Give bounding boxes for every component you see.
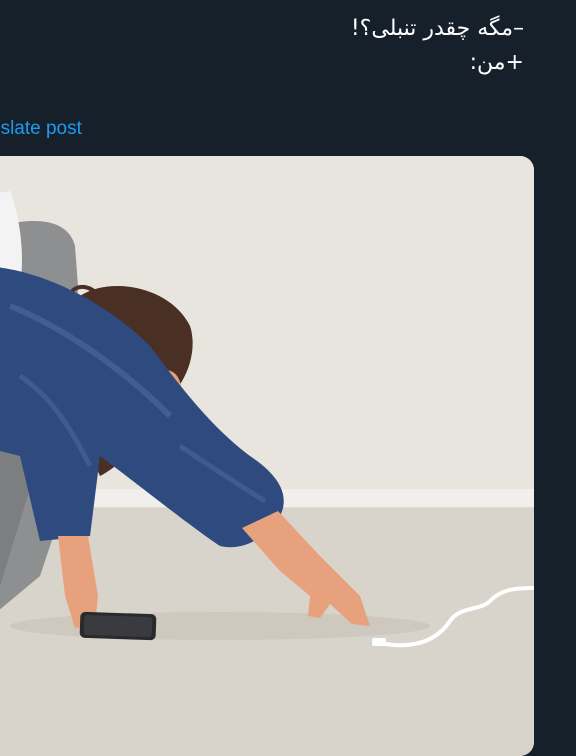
post-image[interactable] xyxy=(0,156,534,756)
post-line-2: +من: xyxy=(469,50,524,75)
post-line-1: –مگه چقدر تنبلی؟! xyxy=(350,16,524,41)
post-text: –مگه چقدر تنبلی؟! +من: xyxy=(351,12,524,80)
translate-post-link[interactable]: nslate post xyxy=(0,118,82,140)
illustration xyxy=(0,156,534,756)
